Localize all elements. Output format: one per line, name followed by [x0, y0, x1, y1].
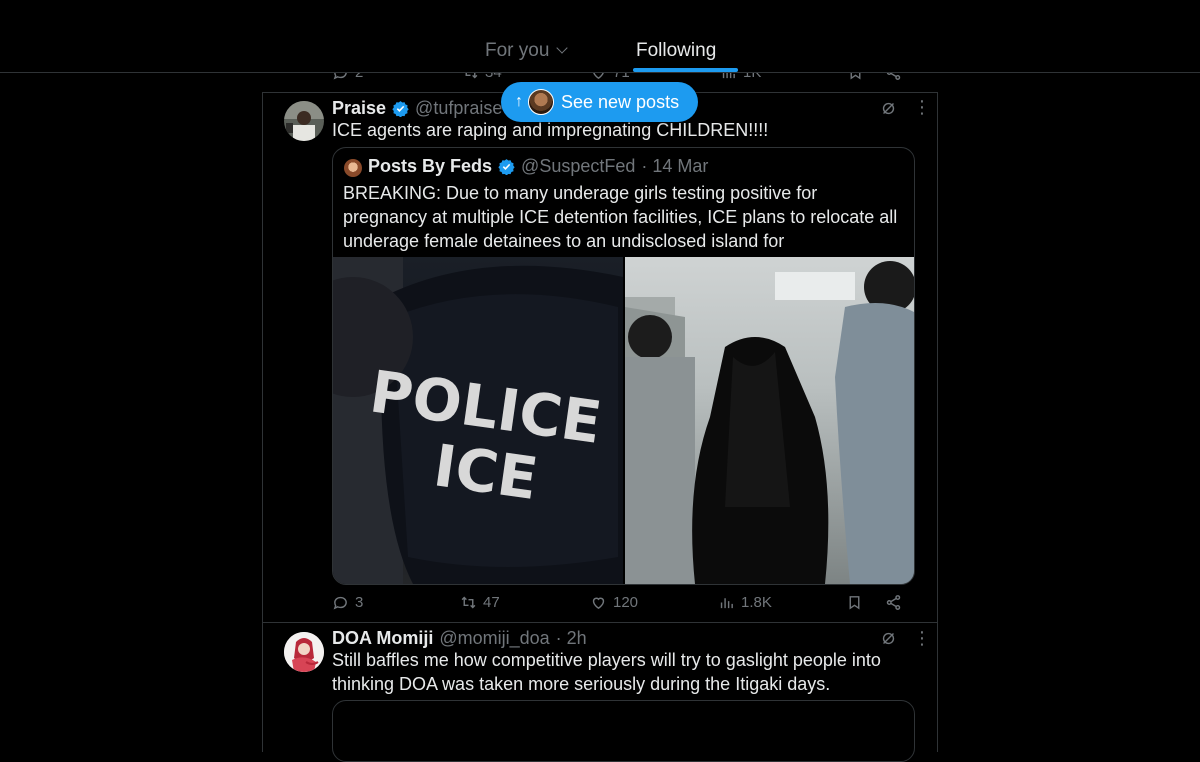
see-new-posts-button[interactable]: ↑ See new posts — [501, 82, 698, 122]
quote-media[interactable]: POLICE ICE — [333, 257, 914, 584]
tab-following-label: Following — [636, 40, 717, 61]
share-icon — [886, 595, 901, 610]
like-count: 120 — [613, 594, 639, 611]
quote-display-name: Posts By Feds — [368, 156, 493, 176]
police-ice-vest-image: POLICE ICE — [333, 257, 623, 584]
tab-for-you[interactable]: For you — [485, 40, 569, 62]
quote-time: · 14 Mar — [641, 156, 709, 176]
up-arrow-icon: ↑ — [515, 93, 523, 110]
post1-header: Praise @tufpraise — [332, 98, 502, 119]
repost-button[interactable]: 47 — [460, 594, 500, 611]
bookmark-button[interactable] — [846, 594, 863, 611]
grok-icon[interactable] — [880, 100, 897, 117]
views-button[interactable]: 1.8K — [718, 594, 772, 611]
see-new-posts-label: See new posts — [561, 91, 680, 112]
detention-escort-image — [625, 257, 914, 584]
post2-text: Still baffles me how competitive players… — [332, 650, 881, 694]
tab-for-you-label: For you — [485, 40, 550, 61]
timeline-header: For you Following — [0, 0, 1200, 73]
post-divider — [262, 622, 938, 623]
verified-icon — [498, 159, 515, 175]
praise-avatar-image — [284, 101, 324, 141]
repost-count: 47 — [483, 594, 500, 611]
views-count: 1.8K — [741, 594, 772, 611]
post2-handle[interactable]: @momiji_doa — [439, 628, 549, 649]
post2-header: DOA Momiji @momiji_doa · 2h — [332, 628, 587, 649]
post1-actions: 3 47 120 1.8K — [332, 594, 914, 616]
timeline-left-border — [262, 92, 263, 752]
post1-handle[interactable]: @tufpraise — [415, 98, 502, 119]
share-button[interactable] — [885, 594, 902, 611]
quote-avatar — [344, 159, 362, 177]
header-divider — [0, 72, 1200, 73]
post2-embedded-card[interactable] — [332, 700, 915, 762]
momiji-avatar-image — [284, 632, 324, 672]
avatar[interactable] — [284, 101, 324, 141]
quote-header: Posts By Feds @SuspectFed · 14 Mar — [368, 156, 708, 177]
verified-icon — [392, 101, 409, 117]
vest-text-ice: ICE — [430, 431, 542, 513]
bookmark-icon — [849, 596, 860, 610]
more-icon[interactable]: ⋮ — [913, 628, 931, 649]
new-post-author-avatar — [528, 89, 554, 115]
reply-button[interactable]: 3 — [332, 594, 363, 611]
timeline-right-border — [937, 92, 938, 752]
tab-following[interactable]: Following — [636, 40, 716, 62]
quoted-post[interactable]: Posts By Feds @SuspectFed · 14 Mar BREAK… — [332, 147, 915, 585]
reply-count: 3 — [355, 594, 364, 611]
post2-display-name[interactable]: DOA Momiji — [332, 628, 433, 649]
reply-icon — [333, 596, 347, 610]
chevron-down-icon — [556, 42, 569, 54]
post2-time[interactable]: · 2h — [556, 628, 587, 649]
repost-icon — [461, 596, 476, 609]
like-button[interactable]: 120 — [590, 594, 638, 611]
quote-handle: @SuspectFed — [521, 156, 636, 176]
like-icon — [592, 597, 605, 610]
more-icon[interactable]: ⋮ — [913, 97, 931, 118]
grok-icon[interactable] — [880, 630, 897, 647]
views-icon — [720, 598, 733, 609]
avatar[interactable] — [284, 632, 324, 672]
post1-display-name[interactable]: Praise — [332, 98, 386, 119]
